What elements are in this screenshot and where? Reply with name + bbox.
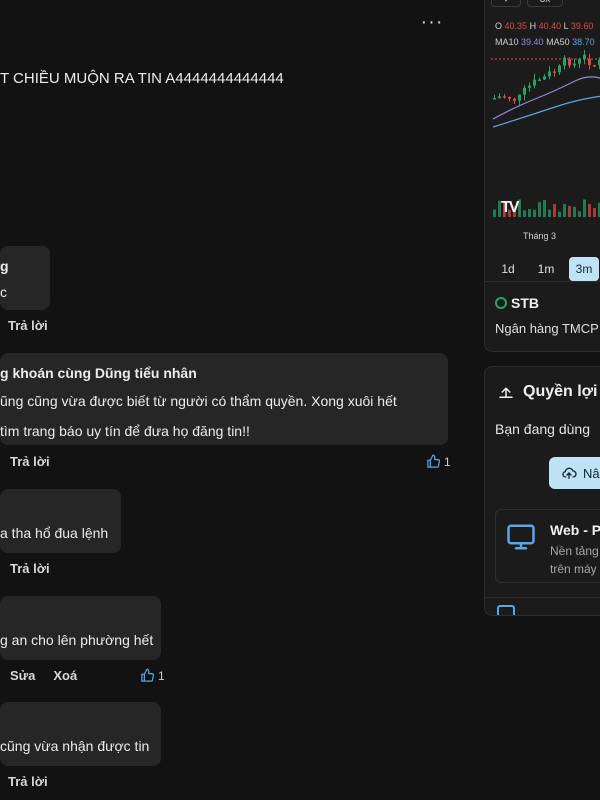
comment-text-line: ũng cũng vừa được biết từ người có thẩm … xyxy=(0,393,397,409)
candlestick-chart[interactable] xyxy=(485,0,600,219)
volume-bar xyxy=(523,210,526,217)
candle-body xyxy=(528,85,531,88)
chart-month-label: Tháng 3 xyxy=(523,231,557,241)
like-button[interactable]: 1 xyxy=(426,454,451,469)
comment-text: c xyxy=(0,284,7,300)
candle-body xyxy=(543,76,546,80)
thumbs-up-icon xyxy=(141,668,155,682)
platform-option-web[interactable]: Web - P Nền tảng trên máy xyxy=(495,509,600,583)
thumbs-up-icon xyxy=(427,454,441,468)
comment-actions: Sửa Xoá xyxy=(10,668,77,683)
reply-button[interactable]: Trả lời xyxy=(10,561,50,576)
benefits-description: Bạn đang dùng xyxy=(495,421,590,437)
volume-bar xyxy=(533,209,536,217)
candle-body xyxy=(568,59,571,66)
reply-button[interactable]: Trả lời xyxy=(8,774,48,789)
upload-cloud-icon xyxy=(499,387,513,398)
ticker-symbol[interactable]: STB xyxy=(495,295,539,311)
range-button-3m[interactable]: 3m xyxy=(569,257,599,281)
volume-bar xyxy=(518,199,521,217)
platform-description: Nền tảng trên máy xyxy=(550,544,599,576)
volume-bar xyxy=(593,207,596,217)
volume-bar xyxy=(493,209,496,217)
like-button[interactable]: 1 xyxy=(140,668,165,683)
comment-bubble: g an cho lên phường hết xyxy=(0,596,161,660)
more-options-button[interactable]: ··· xyxy=(420,12,444,32)
comment-text: a tha hổ đua lệnh xyxy=(0,525,109,541)
comment-text: g an cho lên phường hết xyxy=(0,632,154,648)
candle-body xyxy=(588,59,591,66)
comment-actions: Trả lời xyxy=(8,318,48,333)
reply-button[interactable]: Trả lời xyxy=(8,318,48,333)
post-title: T CHIỀU MUỘN RA TIN A4444444444444 xyxy=(0,70,284,87)
volume-bar xyxy=(563,203,566,217)
comment-text-line: tìm trang báo uy tín để đưa họ đăng tin!… xyxy=(0,423,250,439)
comment-actions: Trả lời xyxy=(8,774,48,789)
comment-author: g khoán cùng Dũng tiểu nhân xyxy=(0,365,197,381)
volume-bar xyxy=(538,202,541,217)
volume-bar xyxy=(543,200,546,217)
candle-body xyxy=(518,94,521,101)
company-name: Ngân hàng TMCP xyxy=(495,321,599,336)
candle-body xyxy=(553,71,556,73)
comment-actions: Trả lời xyxy=(10,561,50,576)
device-icon xyxy=(497,605,515,615)
reply-button[interactable]: Trả lời xyxy=(10,454,50,469)
comment-bubble: a tha hổ đua lệnh xyxy=(0,489,121,553)
candle-body xyxy=(503,96,506,98)
volume-bar xyxy=(528,209,531,217)
comment-bubble: g c xyxy=(0,246,50,310)
candle-body xyxy=(533,79,536,86)
cloud-upload-icon xyxy=(562,467,577,479)
volume-bar xyxy=(588,204,591,217)
comment-author: g xyxy=(0,258,9,274)
volume-bar xyxy=(558,211,561,217)
comment-bubble: g khoán cùng Dũng tiểu nhân ũng cũng vừa… xyxy=(0,353,448,445)
candle-body xyxy=(573,63,576,66)
candle-body xyxy=(593,65,596,67)
like-count: 1 xyxy=(158,668,165,683)
range-selector: 1d 1m 3m xyxy=(493,257,599,281)
candle-body xyxy=(563,57,566,66)
divider xyxy=(485,597,600,598)
stock-chart-card: ▾ 3x O 40.35 H 40.40 L 39.60 MA10 39.40 … xyxy=(484,0,600,352)
candle-body xyxy=(493,98,496,100)
delete-button[interactable]: Xoá xyxy=(53,668,77,683)
range-button-1d[interactable]: 1d xyxy=(493,257,523,281)
volume-bar xyxy=(553,203,556,217)
candle-body xyxy=(538,79,541,82)
tradingview-logo: TV xyxy=(501,199,520,216)
candle-body xyxy=(513,98,516,101)
like-count: 1 xyxy=(444,454,451,469)
benefits-title: Quyền lợi h xyxy=(497,383,600,401)
comment-text: cũng vừa nhận được tin xyxy=(0,738,150,754)
comment-actions: Trả lời xyxy=(10,454,50,469)
upgrade-button[interactable]: Nâ xyxy=(549,457,600,489)
platform-title: Web - P xyxy=(550,522,600,538)
ticker-status-icon xyxy=(495,297,507,309)
benefits-card: Quyền lợi h Bạn đang dùng Nâ Web - P Nền… xyxy=(484,366,600,616)
volume-bar xyxy=(568,206,571,217)
range-button-1m[interactable]: 1m xyxy=(531,257,561,281)
candle-body xyxy=(548,71,551,77)
divider xyxy=(485,281,600,282)
volume-bar xyxy=(548,209,551,217)
edit-button[interactable]: Sửa xyxy=(10,668,35,683)
candle-body xyxy=(498,96,501,99)
candle-body xyxy=(578,59,581,64)
volume-bar xyxy=(573,206,576,217)
candle-body xyxy=(558,65,561,73)
volume-bar xyxy=(583,199,586,217)
monitor-icon xyxy=(507,524,535,550)
candle-body xyxy=(523,87,526,95)
candle-body xyxy=(583,54,586,60)
comment-bubble: cũng vừa nhận được tin xyxy=(0,702,161,766)
candle-body xyxy=(508,96,511,99)
volume-bar xyxy=(578,211,581,217)
